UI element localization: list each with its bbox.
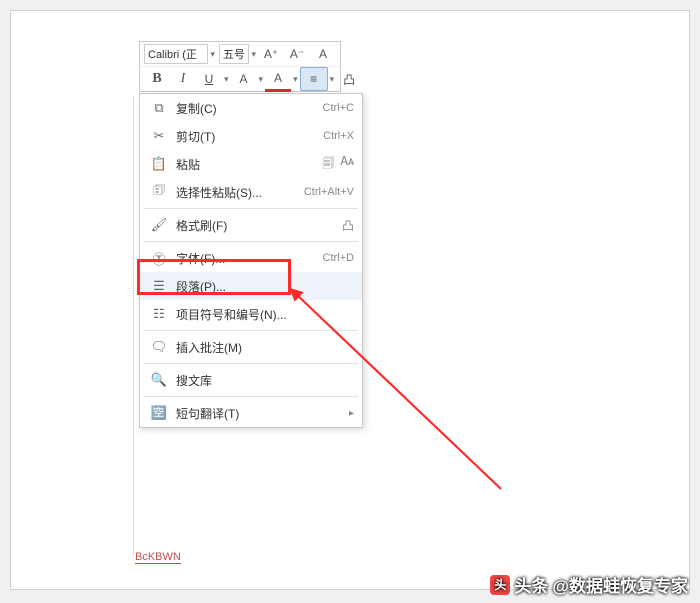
chevron-down-icon[interactable]: ▾ bbox=[208, 49, 217, 60]
toutiao-icon: 头 bbox=[490, 575, 510, 595]
font-name-combo[interactable]: Calibri (正 bbox=[144, 44, 208, 64]
menu-paragraph[interactable]: ☰ 段落(P)... bbox=[140, 272, 362, 300]
menu-format-painter[interactable]: 🖌 格式刷(F) 凸 bbox=[140, 211, 362, 239]
paste-opt-icon[interactable]: 🗛 bbox=[340, 154, 354, 175]
bold-button[interactable]: B bbox=[144, 68, 170, 90]
copy-icon: ⧉ bbox=[150, 100, 168, 116]
italic-button[interactable]: I bbox=[170, 68, 196, 90]
menu-label: 选择性粘贴(S)... bbox=[168, 184, 304, 201]
menu-translate[interactable]: 🈳 短句翻译(T) ▸ bbox=[140, 399, 362, 427]
decrease-font-button[interactable]: A⁻ bbox=[284, 43, 310, 65]
menu-souwen[interactable]: 🔍 搜文库 bbox=[140, 366, 362, 394]
menu-label: 粘贴 bbox=[168, 156, 322, 173]
chevron-down-icon[interactable]: ▾ bbox=[222, 74, 231, 85]
app-window: Calibri (正▾ 五号▾ A⁺ A⁻ A B I U▾ A▾ A▾ ≡▾ … bbox=[10, 10, 690, 590]
menu-cut[interactable]: ✂ 剪切(T) Ctrl+X bbox=[140, 122, 362, 150]
paste-opt-icon[interactable]: 🗐 bbox=[322, 154, 334, 175]
menu-label: 段落(P)... bbox=[168, 278, 354, 295]
watermark: 头 头条 @数据蛙恢复专家 bbox=[490, 572, 688, 597]
menu-label: 插入批注(M) bbox=[168, 339, 354, 356]
menu-label: 格式刷(F) bbox=[168, 217, 342, 234]
align-button[interactable]: ≡ bbox=[300, 67, 328, 91]
menu-paste-special[interactable]: 🗊 选择性粘贴(S)... Ctrl+Alt+V bbox=[140, 178, 362, 206]
chevron-down-icon[interactable]: ▾ bbox=[291, 74, 300, 85]
paste-options[interactable]: 🗐🗛 bbox=[322, 154, 354, 175]
separator bbox=[144, 396, 358, 397]
menu-label: 复制(C) bbox=[168, 100, 323, 117]
separator bbox=[144, 208, 358, 209]
brush-icon: 🖌 bbox=[150, 217, 168, 233]
menu-label: 字体(F)... bbox=[168, 250, 323, 267]
separator bbox=[144, 330, 358, 331]
menu-label: 剪切(T) bbox=[168, 128, 323, 145]
chevron-down-icon[interactable]: ▾ bbox=[257, 74, 266, 85]
ruler bbox=[133, 96, 134, 556]
chevron-down-icon[interactable]: ▾ bbox=[249, 49, 258, 60]
menu-copy[interactable]: ⧉ 复制(C) Ctrl+C bbox=[140, 94, 362, 122]
context-menu: ⧉ 复制(C) Ctrl+C ✂ 剪切(T) Ctrl+X 📋 粘贴 🗐🗛 🗊 … bbox=[139, 93, 363, 428]
separator bbox=[144, 241, 358, 242]
font-color-button[interactable]: A bbox=[265, 67, 291, 92]
menu-shortcut: Ctrl+Alt+V bbox=[304, 186, 354, 198]
font-size-combo[interactable]: 五号 bbox=[219, 44, 250, 64]
increase-font-button[interactable]: A⁺ bbox=[258, 43, 284, 65]
search-icon: 🔍 bbox=[150, 372, 168, 388]
clipboard-special-icon: 🗊 bbox=[150, 181, 168, 203]
translate-icon: 🈳 bbox=[150, 405, 168, 421]
underline-button[interactable]: U bbox=[196, 68, 222, 90]
comment-icon: 🗨 bbox=[150, 339, 168, 355]
menu-label: 项目符号和编号(N)... bbox=[168, 306, 354, 323]
separator bbox=[144, 363, 358, 364]
menu-label: 搜文库 bbox=[168, 372, 354, 389]
watermark-author: @数据蛙恢复专家 bbox=[552, 572, 688, 597]
format-painter-opt[interactable]: 凸 bbox=[342, 217, 354, 234]
paragraph-icon: ☰ bbox=[150, 278, 168, 294]
scissors-icon: ✂ bbox=[150, 128, 168, 144]
clear-format-button[interactable]: A bbox=[310, 43, 336, 65]
document-text[interactable]: BcKBWN bbox=[135, 551, 181, 564]
watermark-prefix: 头条 bbox=[514, 572, 548, 597]
font-icon: Ⓣ bbox=[150, 249, 168, 268]
menu-font[interactable]: Ⓣ 字体(F)... Ctrl+D bbox=[140, 244, 362, 272]
menu-shortcut: Ctrl+X bbox=[323, 130, 354, 142]
highlight-button[interactable]: 凸 bbox=[336, 68, 362, 90]
menu-bullets[interactable]: ☷ 项目符号和编号(N)... bbox=[140, 300, 362, 328]
menu-label: 短句翻译(T) bbox=[168, 405, 343, 422]
chevron-down-icon[interactable]: ▾ bbox=[328, 74, 337, 85]
mini-toolbar: Calibri (正▾ 五号▾ A⁺ A⁻ A B I U▾ A▾ A▾ ≡▾ … bbox=[139, 41, 341, 92]
clipboard-icon: 📋 bbox=[150, 156, 168, 172]
menu-insert-comment[interactable]: 🗨 插入批注(M) bbox=[140, 333, 362, 361]
menu-shortcut: Ctrl+C bbox=[323, 102, 354, 114]
menu-shortcut: Ctrl+D bbox=[323, 252, 354, 264]
menu-paste[interactable]: 📋 粘贴 🗐🗛 bbox=[140, 150, 362, 178]
chevron-right-icon: ▸ bbox=[343, 408, 354, 419]
list-icon: ☷ bbox=[150, 306, 168, 322]
strike-button[interactable]: A bbox=[231, 68, 257, 90]
